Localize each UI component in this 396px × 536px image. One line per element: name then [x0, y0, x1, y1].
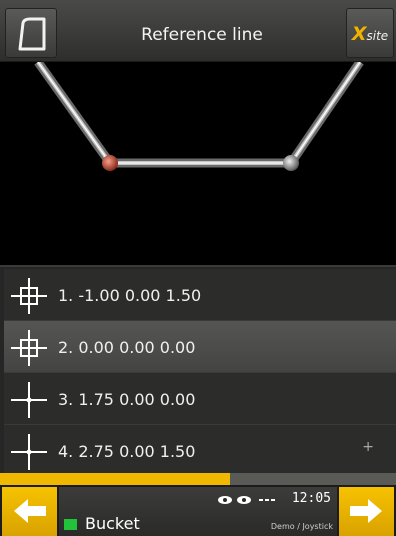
add-point-button[interactable]: + [362, 439, 374, 455]
title-bar: Reference line Xsite [0, 0, 396, 62]
crosshair-icon [11, 330, 47, 366]
line-segments [34, 59, 364, 168]
crosshair-icon [11, 278, 47, 314]
status-panel: 12:05 Bucket Demo / Joystick [59, 487, 337, 536]
point-row-1[interactable]: 1. -1.00 0.00 1.50 [4, 269, 396, 321]
bucket-status-indicator [64, 519, 77, 530]
signal-icon [259, 499, 275, 501]
point-label: 3. 1.75 0.00 0.00 [58, 390, 196, 409]
eye-icon [218, 496, 232, 504]
clock: 12:05 [291, 491, 331, 506]
point-list: 1. -1.00 0.00 1.50 2. 0.00 0.00 0.00 3. … [0, 267, 396, 477]
connection-status-icons [218, 496, 275, 504]
crosshair-icon [11, 382, 47, 418]
arrow-left-icon [14, 499, 46, 523]
bottom-bar: 12:05 Bucket Demo / Joystick [0, 485, 396, 536]
progress-bar [0, 473, 396, 485]
shape-outline-icon [18, 17, 46, 51]
point-label: 1. -1.00 0.00 1.50 [58, 286, 202, 305]
point-row-2[interactable]: 2. 0.00 0.00 0.00 [4, 321, 396, 373]
point-row-4[interactable]: 4. 2.75 0.00 1.50 + [4, 425, 396, 477]
page-title: Reference line [141, 25, 263, 45]
menu-button[interactable] [5, 8, 57, 58]
point-label: 4. 2.75 0.00 1.50 [58, 442, 196, 461]
next-button[interactable] [339, 487, 394, 536]
crosshair-icon [11, 434, 47, 470]
mode-label: Demo / Joystick [270, 522, 333, 531]
reference-line-drawing [34, 59, 364, 171]
point-label: 2. 0.00 0.00 0.00 [58, 338, 196, 357]
eye-icon [237, 496, 251, 504]
xsite-logo[interactable]: Xsite [346, 8, 394, 58]
progress-fill [0, 473, 230, 485]
tool-name[interactable]: Bucket [85, 514, 140, 533]
arrow-right-icon [350, 499, 382, 523]
point-row-3[interactable]: 3. 1.75 0.00 0.00 [4, 373, 396, 425]
reference-line-canvas[interactable] [0, 59, 396, 267]
back-button[interactable] [2, 487, 57, 536]
selected-point-marker[interactable] [102, 155, 118, 171]
point-marker[interactable] [283, 155, 299, 171]
